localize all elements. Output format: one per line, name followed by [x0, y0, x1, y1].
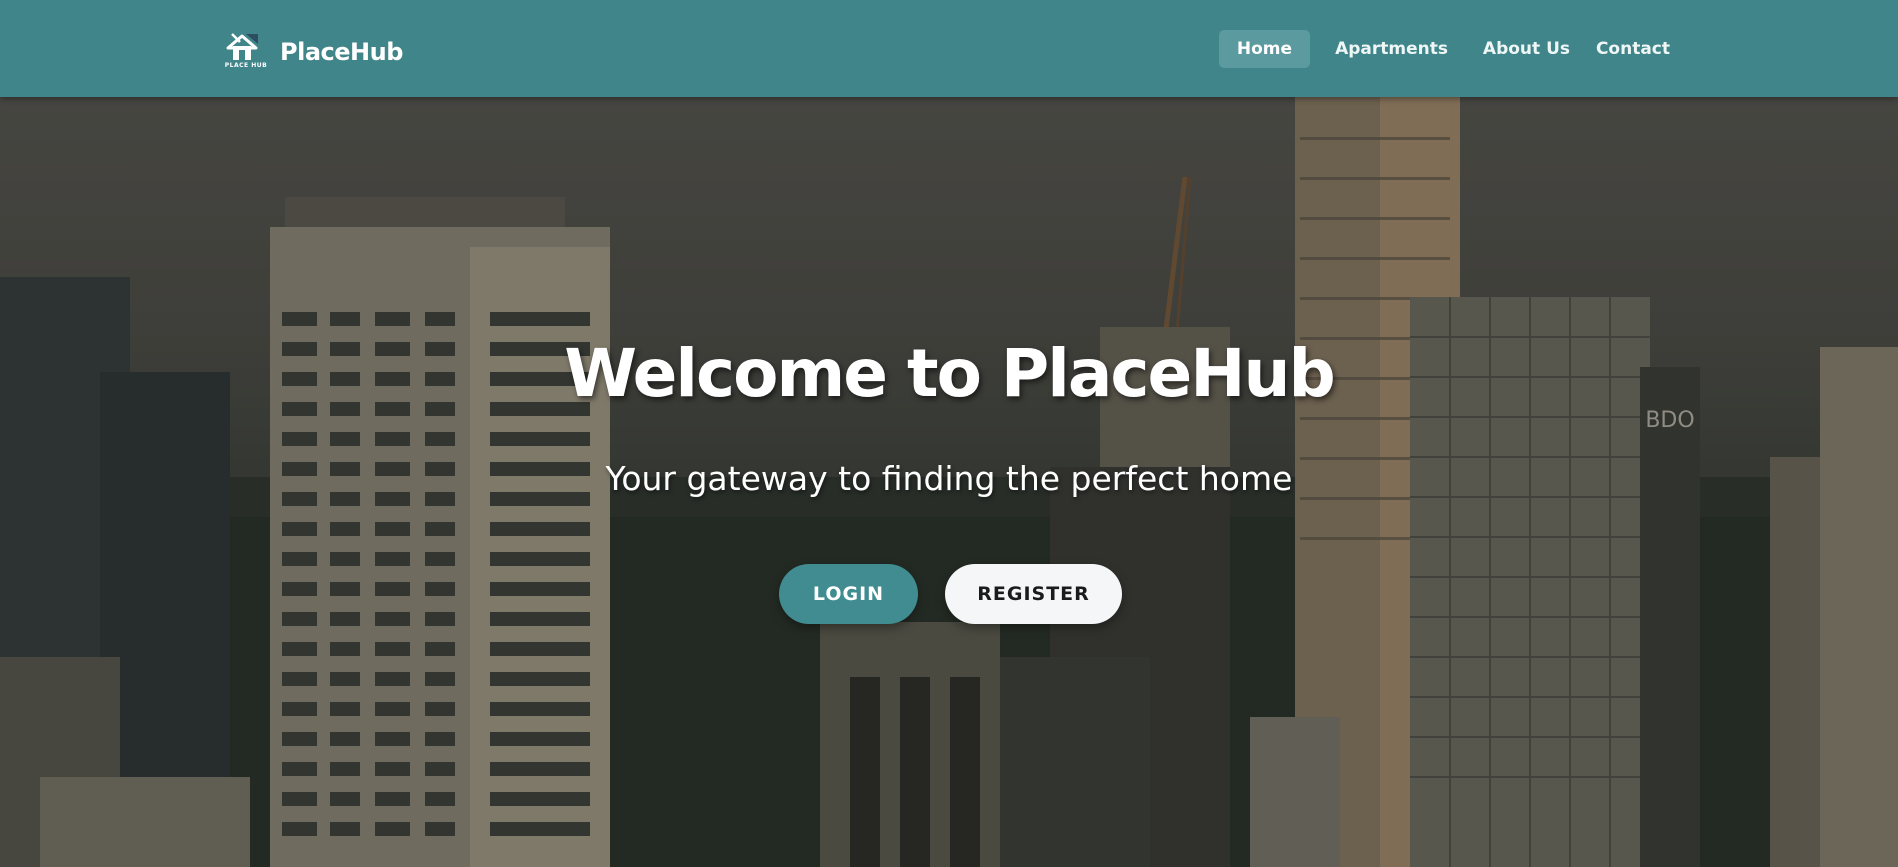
brand-name: PlaceHub [280, 38, 403, 66]
nav-contact[interactable]: Contact [1578, 30, 1688, 68]
nav-about-us[interactable]: About Us [1465, 30, 1588, 68]
hero-subtitle: Your gateway to finding the perfect home [605, 459, 1293, 498]
brand[interactable]: PLACE HUB PlaceHub [222, 30, 403, 74]
house-icon: PLACE HUB [222, 30, 268, 74]
register-button[interactable]: REGISTER [945, 564, 1122, 624]
nav-apartments[interactable]: Apartments [1317, 30, 1466, 68]
navbar: PLACE HUB PlaceHub Home Apartments About… [0, 0, 1898, 97]
logo-caption: PLACE HUB [224, 62, 268, 69]
login-button[interactable]: LOGIN [779, 564, 918, 624]
hero: BDO Welcome to PlaceHub Your gateway to … [0, 97, 1898, 867]
hero-title: Welcome to PlaceHub [564, 335, 1336, 412]
nav-home[interactable]: Home [1218, 30, 1310, 68]
